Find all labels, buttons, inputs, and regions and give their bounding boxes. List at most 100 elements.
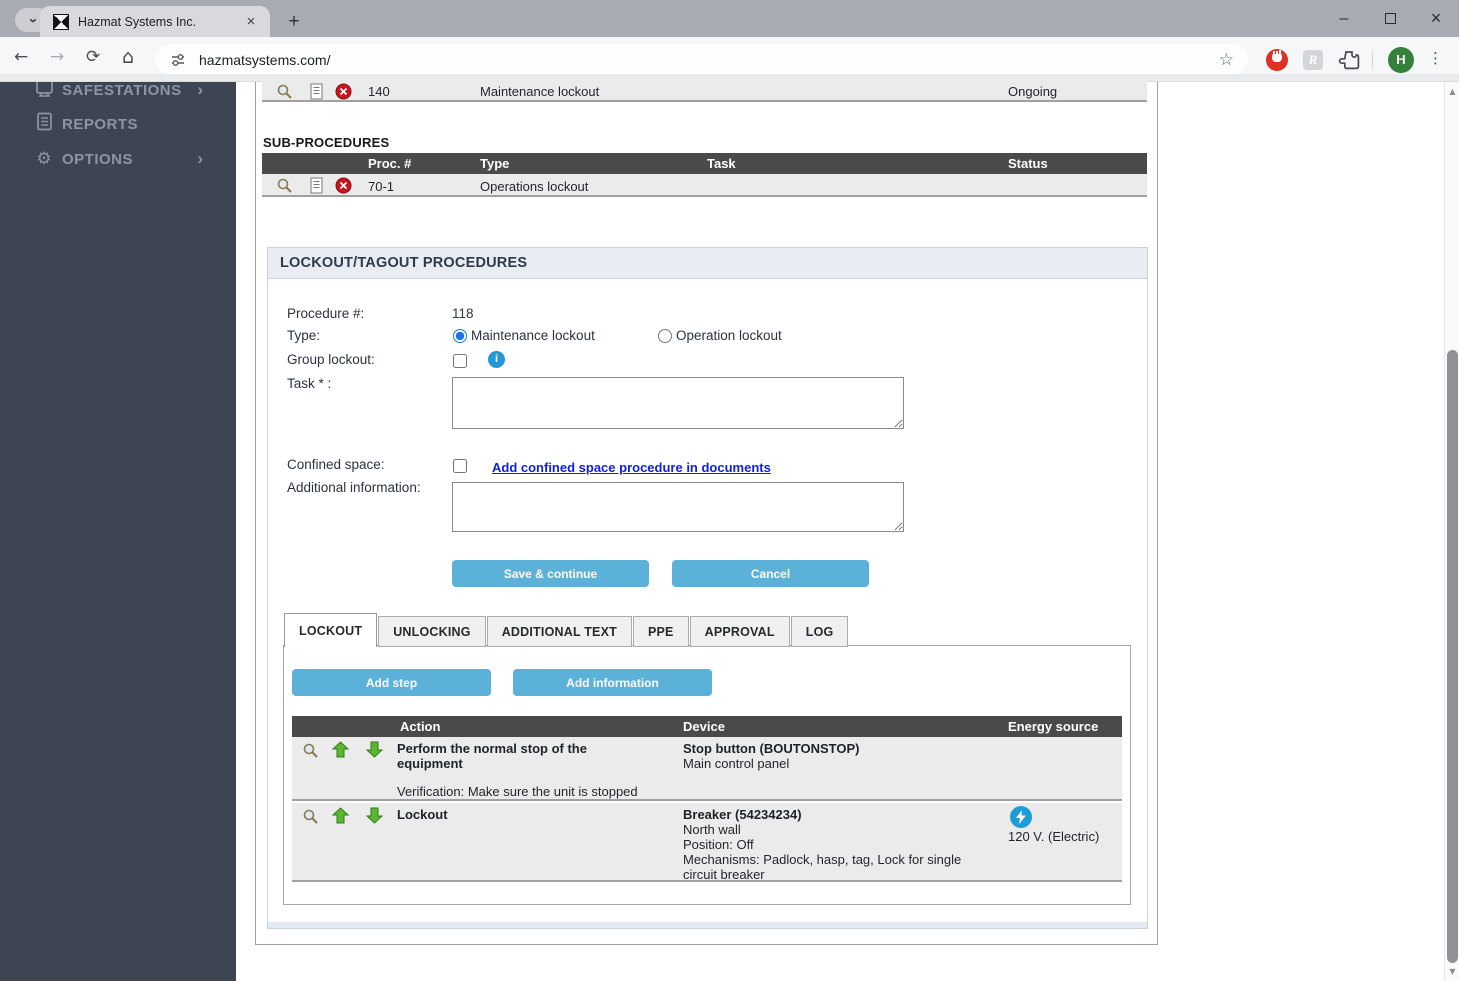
- view-icon[interactable]: [302, 808, 319, 825]
- scrollbar-thumb[interactable]: [1447, 350, 1458, 963]
- radio-input[interactable]: [453, 329, 467, 343]
- document-icon[interactable]: [308, 83, 325, 100]
- proc-status: Ongoing: [1008, 84, 1057, 99]
- chevron-right-icon: ›: [197, 149, 203, 169]
- minimize-button[interactable]: –: [1321, 1, 1367, 37]
- col-task: Task: [707, 156, 736, 171]
- home-icon[interactable]: ⌂: [122, 48, 134, 67]
- confined-space-checkbox[interactable]: [453, 459, 467, 473]
- safestation-icon: [33, 82, 55, 102]
- sub-procedure-row: 70-1 Operations lockout: [262, 174, 1147, 197]
- add-information-button[interactable]: Add information: [513, 669, 712, 696]
- proc-number: 140: [368, 84, 390, 99]
- view-icon[interactable]: [302, 742, 319, 759]
- save-continue-button[interactable]: Save & continue: [452, 560, 649, 587]
- panel-bottom-strip: [268, 922, 1147, 928]
- add-step-button[interactable]: Add step: [292, 669, 491, 696]
- radio-operation-lockout[interactable]: Operation lockout: [658, 328, 782, 343]
- delete-icon[interactable]: [335, 177, 352, 194]
- proc-type: Maintenance lockout: [480, 84, 599, 99]
- tab-close-icon[interactable]: ×: [242, 13, 260, 31]
- tab-lockout[interactable]: LOCKOUT: [284, 613, 377, 647]
- energy-value: 120 V. (Electric): [1008, 829, 1099, 844]
- extensions-puzzle-icon[interactable]: [1338, 49, 1360, 71]
- device-name: Breaker (54234234): [683, 807, 983, 822]
- bookmark-star-icon[interactable]: ☆: [1219, 50, 1234, 70]
- tab-log[interactable]: LOG: [791, 616, 849, 647]
- cancel-button[interactable]: Cancel: [672, 560, 869, 587]
- browser-menu-icon[interactable]: ⋮: [1428, 49, 1443, 67]
- procedure-row: 140 Maintenance lockout Ongoing: [262, 80, 1147, 102]
- move-down-icon[interactable]: [366, 741, 383, 758]
- col-status: Status: [1008, 156, 1048, 171]
- close-button[interactable]: ×: [1413, 1, 1459, 37]
- view-icon[interactable]: [276, 83, 293, 100]
- browser-window: › Hazmat Systems Inc. × + – × ← → ⟳ ⌂ ha…: [0, 0, 1459, 981]
- group-lockout-label: Group lockout:: [287, 352, 375, 367]
- move-up-icon[interactable]: [332, 741, 349, 758]
- site-settings-icon[interactable]: [169, 51, 187, 69]
- additional-info-label: Additional information:: [287, 480, 421, 495]
- device-name: Stop button (BOUTONSTOP): [683, 741, 983, 756]
- confined-space-label: Confined space:: [287, 457, 385, 472]
- procedure-number-value: 118: [452, 306, 474, 321]
- device-detail: Position: Off: [683, 837, 754, 852]
- sub-procedures-title: SUB-PROCEDURES: [263, 135, 389, 150]
- tab-title: Hazmat Systems Inc.: [78, 15, 242, 29]
- sub-procedures-header: Proc. # Type Task Status: [262, 153, 1147, 174]
- sidebar-item-label: SAFESTATIONS: [62, 82, 182, 99]
- radio-input[interactable]: [658, 329, 672, 343]
- sidebar-item-options[interactable]: ⚙ OPTIONS ›: [0, 141, 236, 177]
- profile-avatar[interactable]: H: [1388, 47, 1414, 73]
- page-scrollbar[interactable]: ▲ ▼: [1444, 82, 1459, 981]
- reload-icon[interactable]: ⟳: [86, 49, 100, 66]
- reports-icon: [33, 112, 55, 136]
- move-up-icon[interactable]: [332, 807, 349, 824]
- col-energy-source: Energy source: [1008, 719, 1098, 734]
- radio-label: Operation lockout: [676, 328, 782, 343]
- step-verification: Verification: Make sure the unit is stop…: [397, 784, 638, 799]
- radio-maintenance-lockout[interactable]: Maintenance lockout: [453, 328, 595, 343]
- sidebar-item-label: REPORTS: [62, 116, 138, 133]
- forward-icon[interactable]: →: [50, 49, 64, 66]
- additional-info-textarea[interactable]: [452, 482, 904, 532]
- confined-space-link[interactable]: Add confined space procedure in document…: [492, 460, 771, 475]
- scroll-down-icon[interactable]: ▼: [1445, 967, 1459, 976]
- toolbar-divider: [1372, 51, 1373, 69]
- proc-number: 70-1: [368, 179, 394, 194]
- window-controls: – ×: [1321, 0, 1459, 37]
- task-label: Task * :: [287, 376, 331, 391]
- new-tab-button[interactable]: +: [282, 10, 306, 34]
- back-icon[interactable]: ←: [14, 49, 28, 66]
- group-lockout-checkbox[interactable]: [453, 354, 467, 368]
- tab-ppe[interactable]: PPE: [633, 616, 689, 647]
- sidebar-item-reports[interactable]: REPORTS: [0, 106, 236, 142]
- adblock-extension-icon[interactable]: [1266, 49, 1288, 71]
- task-textarea[interactable]: [452, 377, 904, 429]
- scroll-up-icon[interactable]: ▲: [1445, 87, 1459, 96]
- extension-r-icon[interactable]: R: [1303, 50, 1323, 70]
- move-down-icon[interactable]: [366, 807, 383, 824]
- sidebar-item-safestations[interactable]: SAFESTATIONS ›: [0, 82, 236, 108]
- browser-tab[interactable]: Hazmat Systems Inc. ×: [40, 6, 270, 37]
- electric-energy-icon: [1010, 806, 1032, 828]
- view-icon[interactable]: [276, 177, 293, 194]
- panel-title: LOCKOUT/TAGOUT PROCEDURES: [280, 255, 527, 271]
- delete-icon[interactable]: [335, 83, 352, 100]
- gear-icon: ⚙: [33, 149, 55, 169]
- type-label: Type:: [287, 328, 320, 343]
- sidebar: SAFESTATIONS › REPORTS ⚙ OPTIONS ›: [0, 82, 236, 981]
- address-bar[interactable]: hazmatsystems.com/ ☆: [155, 44, 1248, 75]
- document-icon[interactable]: [308, 177, 325, 194]
- url-text[interactable]: hazmatsystems.com/: [199, 52, 1219, 68]
- tab-unlocking[interactable]: UNLOCKING: [378, 616, 486, 647]
- chevron-down-icon: ›: [26, 18, 41, 23]
- panel-header: LOCKOUT/TAGOUT PROCEDURES: [268, 248, 1147, 279]
- tab-approval[interactable]: APPROVAL: [690, 616, 790, 647]
- step-row: Perform the normal stop of the equipment…: [292, 737, 1122, 801]
- info-icon[interactable]: i: [488, 351, 505, 368]
- maximize-button[interactable]: [1367, 1, 1413, 37]
- col-type: Type: [480, 156, 509, 171]
- device-detail: North wall: [683, 822, 741, 837]
- tab-additional-text[interactable]: ADDITIONAL TEXT: [487, 616, 632, 647]
